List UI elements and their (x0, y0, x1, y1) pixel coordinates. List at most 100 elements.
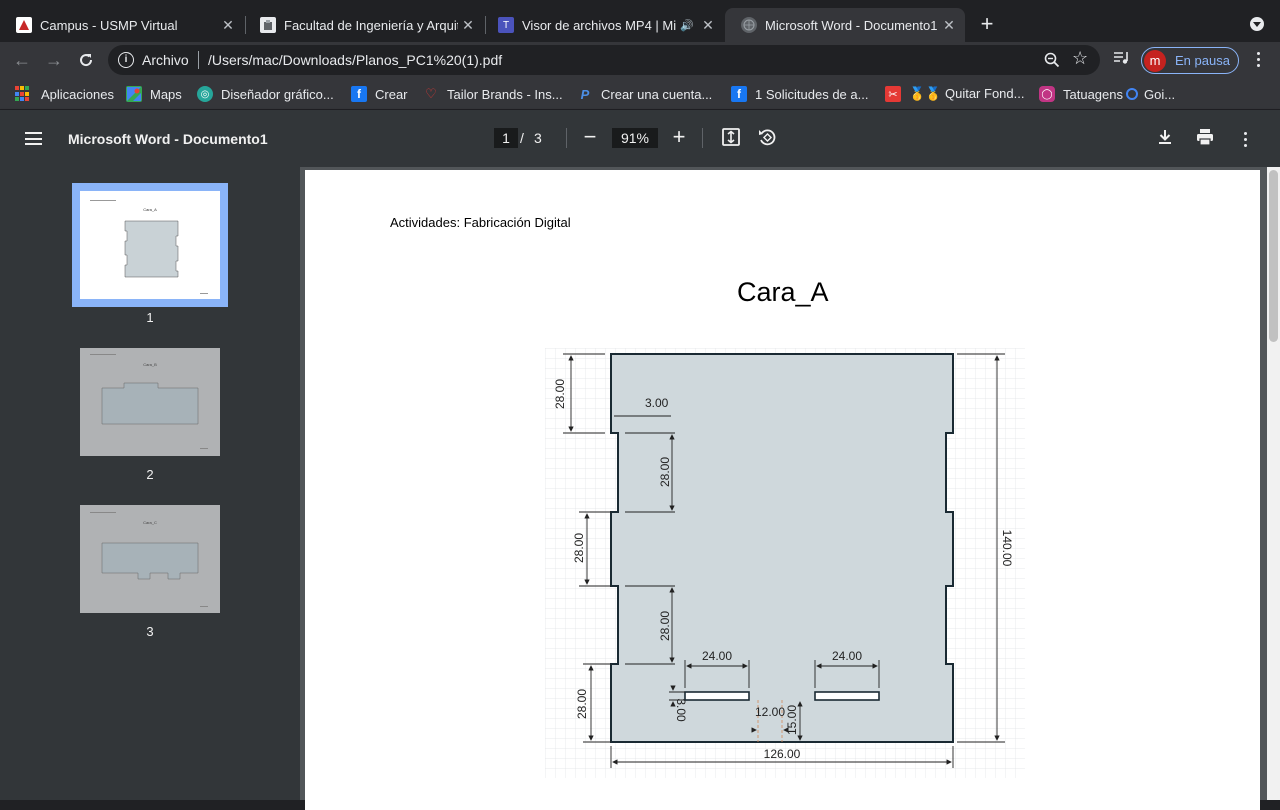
thumbnail-heading: Cara_A (143, 207, 157, 212)
dim-label: 24.00 (832, 649, 862, 663)
bookmark-label: Tailor Brands - Ins... (447, 86, 563, 102)
toolbar-divider (702, 128, 703, 148)
dim-label: 24.00 (702, 649, 732, 663)
bookmark-solicitudes[interactable]: f 1 Solicitudes de a... (731, 85, 868, 103)
bookmark-label: Tatuagens (1063, 86, 1123, 102)
close-icon[interactable]: ✕ (458, 17, 478, 34)
bookmark-label: Crear una cuenta... (601, 86, 713, 102)
bookmark-quitar-fondo[interactable]: ✂ 🥇🥇 Quitar Fond... (885, 85, 1024, 103)
slot-right (814, 691, 880, 701)
media-control-icon[interactable] (1113, 50, 1131, 71)
tab-microsoft-word[interactable]: Microsoft Word - Documento1 ✕ (725, 8, 965, 42)
tab-search-icon[interactable] (1250, 17, 1264, 31)
avatar: m (1144, 49, 1166, 72)
new-tab-icon[interactable]: + (976, 13, 998, 36)
dim-label: 15.00 (785, 705, 799, 735)
bookmark-label: Crear (375, 86, 408, 102)
document-title: Microsoft Word - Documento1 (68, 131, 268, 147)
eye-icon (1126, 88, 1138, 100)
scrollbar-thumb[interactable] (1269, 170, 1278, 342)
document-header: Actividades: Fabricación Digital (390, 215, 571, 230)
maps-icon (126, 86, 142, 102)
technical-drawing: 28.00 3.00 28.00 28.00 28.00 28.00 24.00… (545, 348, 1025, 778)
browser-toolbar: ← → i Archivo /Users/mac/Downloads/Plano… (0, 42, 1280, 78)
zoom-out-icon[interactable]: − (578, 126, 602, 150)
teams-icon: T (498, 17, 514, 33)
thumbnail-label: 1 (146, 310, 154, 325)
omnibox-divider (198, 51, 199, 69)
page-total: 3 (534, 130, 542, 146)
bookmark-label: 1 Solicitudes de a... (755, 86, 869, 102)
thumbnail-heading: Cara_B (143, 362, 157, 367)
menu-icon[interactable] (25, 132, 42, 145)
zoom-level-input[interactable]: 91% (612, 128, 658, 148)
usmp-icon (16, 17, 32, 33)
bookmark-crear[interactable]: f Crear (351, 85, 408, 103)
tab-visor-mp4[interactable]: T Visor de archivos MP4 | Mi 🔊 ✕ (482, 8, 724, 42)
bookmark-label: Goi... (1144, 86, 1176, 102)
bookmark-paypal[interactable]: P Crear una cuenta... (577, 85, 713, 103)
forward-icon[interactable]: → (42, 48, 66, 72)
facebook-icon: f (351, 86, 367, 102)
address-bar[interactable]: i Archivo /Users/mac/Downloads/Planos_PC… (108, 45, 1100, 75)
close-icon[interactable]: ✕ (698, 17, 718, 34)
fit-page-icon[interactable] (721, 127, 743, 149)
thumbnail-page-1[interactable]: Cara_A (80, 191, 220, 299)
dim-label: 28.00 (658, 611, 672, 641)
page-number-input[interactable]: 1 (494, 128, 518, 148)
thumbnail-label: 2 (146, 467, 154, 482)
tab-strip: Campus - USMP Virtual ✕ Facultad de Inge… (0, 0, 1280, 42)
bookmark-label: Aplicaciones (41, 86, 114, 102)
thumbnail-page-3[interactable]: Cara_C (80, 505, 220, 613)
bookmark-tailor-brands[interactable]: ♡ Tailor Brands - Ins... (423, 85, 563, 103)
paypal-icon: P (580, 86, 590, 102)
dim-label: 3.00 (674, 698, 688, 722)
bookmark-star-icon[interactable]: ☆ (1072, 48, 1088, 69)
part-outline (610, 353, 954, 743)
dim-label: 28.00 (658, 457, 672, 487)
bookmark-disenador[interactable]: ◎ Diseñador gráfico... (197, 85, 334, 103)
info-icon[interactable]: i (118, 52, 134, 68)
speaker-icon[interactable]: 🔊 (680, 19, 694, 32)
reload-icon[interactable] (74, 48, 98, 72)
bookmark-goi[interactable]: Goi... (1126, 85, 1175, 103)
dim-label: 28.00 (575, 689, 589, 719)
globe-icon (741, 17, 757, 33)
bookmark-apps[interactable]: Aplicaciones (15, 85, 114, 103)
tab-title: Microsoft Word - Documento1 (765, 17, 938, 33)
tab-campus-usmp[interactable]: Campus - USMP Virtual ✕ (0, 8, 244, 42)
bookmark-maps[interactable]: Maps (126, 85, 182, 103)
back-icon[interactable]: ← (10, 48, 34, 72)
profile-button[interactable]: m En pausa (1141, 47, 1239, 74)
pdf-toolbar: Microsoft Word - Documento1 1 / 3 − 91% … (0, 110, 1280, 167)
close-icon[interactable]: ✕ (218, 17, 238, 34)
close-icon[interactable]: ✕ (939, 17, 959, 34)
pdf-page: Actividades: Fabricación Digital Cara_A (305, 170, 1260, 810)
tab-title: Visor de archivos MP4 | Mi (522, 17, 677, 33)
more-options-icon[interactable] (1244, 132, 1248, 148)
thumbnail-page-2[interactable]: Cara_B (80, 348, 220, 456)
bookmarks-bar: Aplicaciones Maps ◎ Diseñador gráfico...… (0, 78, 1280, 110)
apps-grid-icon (15, 86, 31, 102)
browser-menu-icon[interactable] (1257, 52, 1261, 68)
page-heading: Cara_A (737, 277, 829, 307)
bookmark-tatuagens[interactable]: ◯ Tatuagens (1039, 85, 1123, 103)
thumbnail-heading: Cara_C (143, 520, 157, 525)
bookmark-label: Maps (150, 86, 182, 102)
print-icon[interactable] (1195, 127, 1217, 149)
dim-label: 28.00 (553, 379, 567, 409)
zoom-in-icon[interactable]: + (667, 126, 691, 150)
thumbnail-label: 3 (146, 624, 154, 639)
rotate-icon[interactable] (757, 127, 779, 149)
remove-bg-icon: ✂ (885, 86, 901, 102)
zoom-icon[interactable] (1043, 51, 1061, 69)
download-icon[interactable] (1155, 127, 1177, 149)
tab-facultad[interactable]: Facultad de Ingeniería y Arquite ✕ (244, 8, 484, 42)
thumbnail-sidebar: Cara_A 1 Cara_B 2 Cara_C 3 (0, 167, 300, 800)
bookmark-label: 🥇🥇 Quitar Fond... (909, 86, 1025, 101)
dim-label: 12.00 (755, 705, 785, 719)
url-text[interactable]: /Users/mac/Downloads/Planos_PC1%20(1).pd… (208, 52, 502, 68)
pdf-viewport[interactable]: Actividades: Fabricación Digital Cara_A (300, 167, 1280, 810)
facebook-icon: f (731, 86, 747, 102)
scrollbar[interactable] (1267, 167, 1280, 800)
